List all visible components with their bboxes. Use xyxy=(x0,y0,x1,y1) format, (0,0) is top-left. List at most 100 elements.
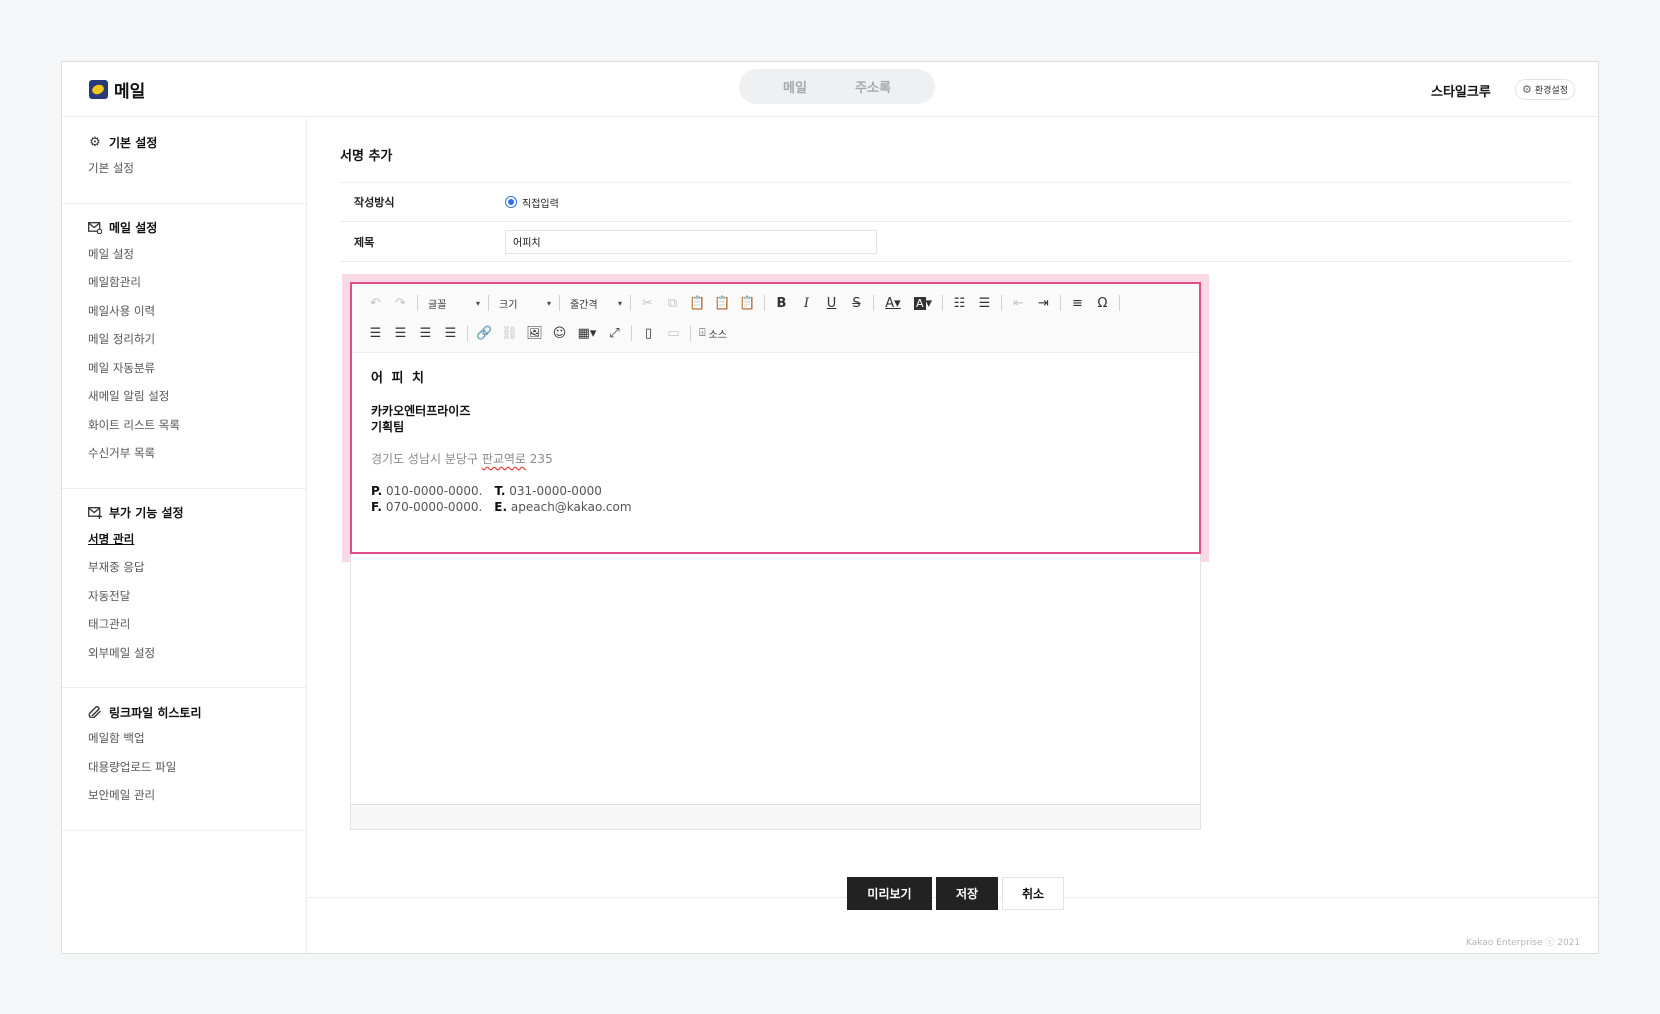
gear-icon: ⚙ xyxy=(1522,83,1532,96)
toolbar-separator xyxy=(630,295,631,311)
copy-icon[interactable]: ⧉ xyxy=(660,292,685,314)
editor-content[interactable]: 어 피 치 카카오엔터프라이즈 기획팀 경기도 성남시 분당구 판교역로 235… xyxy=(371,371,1171,515)
numbered-list-icon[interactable]: ☷ xyxy=(947,292,972,314)
italic-icon[interactable]: I xyxy=(794,292,819,314)
tab-mail[interactable]: 메일 xyxy=(783,77,807,96)
action-buttons: 미리보기 저장 취소 xyxy=(847,877,1064,910)
chevron-down-icon: ▾ xyxy=(546,298,551,308)
chevron-down-icon: ▾ xyxy=(475,298,480,308)
signature-editor: ↶ ↷ 글꼴 ▾ 크기 ▾ 줄간격 ▾ ✂ ⧉ 📋 📋 📋 B I U S A▾… xyxy=(350,282,1201,830)
redo-icon[interactable]: ↷ xyxy=(388,292,413,314)
toolbar-separator xyxy=(764,295,765,311)
toolbar-row-2: ☰ ☰ ☰ ☰ 🔗 ⛓ 🖼 ☺ ▦▾ ⤢ ▯ ▭ ⌹ 소스 xyxy=(363,321,731,345)
cancel-button[interactable]: 취소 xyxy=(1002,877,1064,910)
outdent-icon[interactable]: ⇤ xyxy=(1006,292,1031,314)
main-panel: 서명 추가 작성방식 직접입력 제목 ↶ ↷ 글꼴▾ xyxy=(308,118,1598,910)
align-left-icon[interactable]: ☰ xyxy=(363,322,388,344)
preview-icon[interactable]: ▭ xyxy=(661,322,686,344)
sidebar-group-mail: 메일 설정 메일 설정 메일함관리 메일사용 이력 메일 정리하기 메일 자동분… xyxy=(62,204,306,489)
underline-icon[interactable]: U xyxy=(819,292,844,314)
app-window: 메일 메일 주소록 스타일크루 ⚙ 환경설정 ⚙ 기본 설정 기본 설정 메일 … xyxy=(61,61,1599,954)
editor-toolbar: ↶ ↷ 글꼴 ▾ 크기 ▾ 줄간격 ▾ ✂ ⧉ 📋 📋 📋 B I U S A▾… xyxy=(351,283,1200,353)
indent-icon[interactable]: ⇥ xyxy=(1031,292,1056,314)
sidebar-item-signature[interactable]: 서명 관리 xyxy=(88,531,306,560)
sidebar-item-new-mail-alert[interactable]: 새메일 알림 설정 xyxy=(88,388,306,417)
signature-company: 카카오엔터프라이즈 xyxy=(371,404,471,418)
subject-label: 제목 xyxy=(354,235,375,249)
toolbar-separator xyxy=(467,325,468,341)
sidebar: ⚙ 기본 설정 기본 설정 메일 설정 메일 설정 메일함관리 메일사용 이력 … xyxy=(62,118,307,953)
template-icon[interactable]: ▯ xyxy=(636,322,661,344)
radio-direct-input[interactable]: 직접입력 xyxy=(505,195,559,210)
text-color-icon[interactable]: A▾ xyxy=(878,292,908,314)
sidebar-item-whitelist[interactable]: 화이트 리스트 목록 xyxy=(88,417,306,446)
radio-selected-icon[interactable] xyxy=(505,196,517,208)
signature-name: 어 피 치 xyxy=(371,371,426,386)
align-right-icon[interactable]: ☰ xyxy=(413,322,438,344)
cut-icon[interactable]: ✂ xyxy=(635,292,660,314)
image-icon[interactable]: 🖼 xyxy=(522,322,547,344)
strikethrough-icon[interactable]: S xyxy=(844,292,869,314)
toolbar-separator xyxy=(1119,295,1120,311)
bullet-list-icon[interactable]: ☰ xyxy=(972,292,997,314)
sidebar-item-basic-settings[interactable]: 기본 설정 xyxy=(88,160,306,189)
unlink-icon[interactable]: ⛓ xyxy=(497,322,522,344)
user-name[interactable]: 스타일크루 xyxy=(1431,81,1491,100)
sidebar-item-mail-cleanup[interactable]: 메일 정리하기 xyxy=(88,331,306,360)
sidebar-item-mailbox-manage[interactable]: 메일함관리 xyxy=(88,274,306,303)
line-height-combo[interactable]: 줄간격 ▾ xyxy=(564,292,626,314)
source-icon: ⌹ xyxy=(699,326,706,339)
align-center-icon[interactable]: ☰ xyxy=(388,322,413,344)
sidebar-group-title: ⚙ 기본 설정 xyxy=(89,134,158,150)
link-icon[interactable]: 🔗 xyxy=(472,322,497,344)
sidebar-item-auto-forward[interactable]: 자동전달 xyxy=(88,588,306,617)
table-icon[interactable]: ▦▾ xyxy=(572,322,602,344)
sidebar-group-title: 부가 기능 설정 xyxy=(88,505,306,521)
preview-button[interactable]: 미리보기 xyxy=(847,877,932,910)
signature-phone-line: P. 010-0000-0000. T. 031-0000-0000 xyxy=(371,484,602,498)
settings-button[interactable]: ⚙ 환경설정 xyxy=(1515,79,1575,100)
sidebar-item-large-upload[interactable]: 대용량업로드 파일 xyxy=(88,759,306,788)
sidebar-item-secure-mail[interactable]: 보안메일 관리 xyxy=(88,787,306,816)
sidebar-group-basic: ⚙ 기본 설정 기본 설정 xyxy=(62,118,306,204)
background-color-icon[interactable]: A ▾ xyxy=(908,292,938,314)
tab-address-book[interactable]: 주소록 xyxy=(855,77,891,96)
bold-icon[interactable]: B xyxy=(769,292,794,314)
chevron-down-icon: ▾ xyxy=(617,298,622,308)
sidebar-item-away-reply[interactable]: 부재중 응답 xyxy=(88,559,306,588)
sidebar-item-mail-settings[interactable]: 메일 설정 xyxy=(88,246,306,275)
source-button[interactable]: ⌹ 소스 xyxy=(695,326,731,341)
special-character-icon[interactable]: Ω xyxy=(1090,292,1115,314)
horizontal-rule-icon[interactable]: ≡ xyxy=(1065,292,1090,314)
page-title: 서명 추가 xyxy=(340,149,393,164)
size-combo[interactable]: 크기 ▾ xyxy=(493,292,555,314)
emoji-icon[interactable]: ☺ xyxy=(547,322,572,344)
settings-label: 환경설정 xyxy=(1534,86,1568,96)
signature-address: 경기도 성남시 분당구 판교역로 235 xyxy=(371,452,553,466)
undo-icon[interactable]: ↶ xyxy=(363,292,388,314)
mail-logo-icon xyxy=(89,80,108,99)
gear-icon: ⚙ xyxy=(89,134,101,150)
toolbar-separator xyxy=(631,325,632,341)
subject-input[interactable] xyxy=(505,229,877,254)
logo[interactable]: 메일 xyxy=(89,77,145,102)
toolbar-separator xyxy=(873,295,874,311)
sidebar-item-mail-autosort[interactable]: 메일 자동분류 xyxy=(88,360,306,389)
top-tab-switcher: 메일 주소록 xyxy=(739,69,935,104)
sidebar-item-blocklist[interactable]: 수신거부 목록 xyxy=(88,445,306,474)
paste-text-icon[interactable]: 📋 xyxy=(710,292,735,314)
sidebar-item-mailbox-backup[interactable]: 메일함 백업 xyxy=(88,730,306,759)
save-button[interactable]: 저장 xyxy=(936,877,998,910)
fullscreen-icon[interactable]: ⤢ xyxy=(602,322,627,344)
toolbar-separator xyxy=(417,295,418,311)
sidebar-item-mail-history[interactable]: 메일사용 이력 xyxy=(88,303,306,332)
toolbar-row-1: ↶ ↷ 글꼴 ▾ 크기 ▾ 줄간격 ▾ ✂ ⧉ 📋 📋 📋 B I U S A▾… xyxy=(363,291,1124,315)
align-justify-icon[interactable]: ☰ xyxy=(438,322,463,344)
paste-word-icon[interactable]: 📋 xyxy=(735,292,760,314)
sidebar-item-external-mail[interactable]: 외부메일 설정 xyxy=(88,645,306,674)
paste-icon[interactable]: 📋 xyxy=(685,292,710,314)
font-combo[interactable]: 글꼴 ▾ xyxy=(422,292,484,314)
header: 메일 메일 주소록 스타일크루 ⚙ 환경설정 xyxy=(62,62,1598,117)
sidebar-item-tags[interactable]: 태그관리 xyxy=(88,616,306,645)
mail-plus-icon xyxy=(88,506,102,520)
